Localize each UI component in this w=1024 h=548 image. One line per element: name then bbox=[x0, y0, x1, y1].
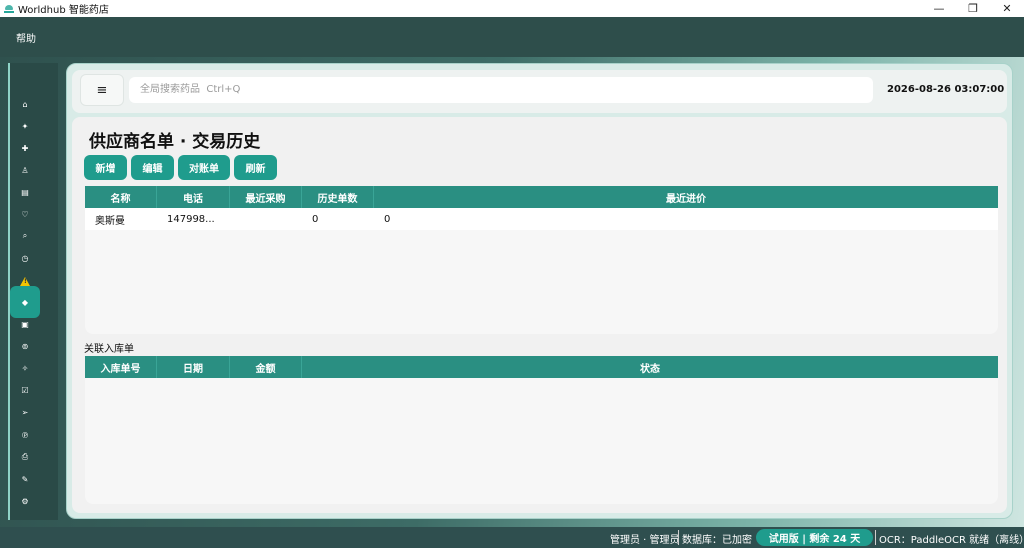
sidebar-item-printer[interactable]: ⎙ bbox=[10, 448, 40, 466]
copyright-icon: ℗ bbox=[21, 430, 29, 440]
status-user: 管理员 · 管理员 bbox=[610, 535, 680, 546]
close-button[interactable]: ✕ bbox=[990, 0, 1024, 17]
sidebar-item-home[interactable]: ⌂ bbox=[10, 95, 40, 113]
sidebar-item-clock[interactable]: ◷ bbox=[10, 249, 40, 267]
column-header-status[interactable]: 状态 bbox=[302, 356, 998, 378]
pen-icon: ✎ bbox=[21, 474, 29, 484]
status-separator bbox=[875, 530, 876, 545]
sidebar-item-heart[interactable]: ♡ bbox=[10, 205, 40, 223]
window-controls: — ❐ ✕ bbox=[922, 0, 1024, 17]
app-logo-icon bbox=[4, 4, 14, 14]
sidebar-item-copyright[interactable]: ℗ bbox=[10, 426, 40, 444]
sidebar-item-pen[interactable]: ✎ bbox=[10, 470, 40, 488]
inbound-table-header: 入库单号 日期 金额 状态 bbox=[85, 356, 998, 378]
sidebar-item-edit[interactable]: ☑ bbox=[10, 381, 40, 399]
grid-icon: ▣ bbox=[21, 319, 29, 329]
sidebar-item-document[interactable]: ▤ bbox=[10, 183, 40, 201]
status-separator bbox=[678, 530, 679, 545]
column-header-phone[interactable]: 电话 bbox=[157, 186, 230, 208]
page-title: 供应商名单 · 交易历史 bbox=[89, 132, 261, 152]
reconcile-button[interactable]: 对账单 bbox=[178, 155, 230, 180]
column-header-amount[interactable]: 金额 bbox=[230, 356, 302, 378]
heart-icon: ♡ bbox=[21, 209, 29, 219]
plus-icon: ✚ bbox=[21, 143, 29, 153]
search-icon: ⌕ bbox=[22, 231, 28, 240]
column-header-name[interactable]: 名称 bbox=[85, 186, 157, 208]
cell-order-count: 0 bbox=[312, 213, 319, 225]
edit-button[interactable]: 编辑 bbox=[131, 155, 174, 180]
status-database: 数据库：已加密 bbox=[682, 535, 752, 546]
person-icon: ♙ bbox=[21, 165, 29, 175]
supplier-table-header: 名称 电话 最近采购 历史单数 最近进价 bbox=[85, 186, 998, 208]
supplier-icon: ◆ bbox=[21, 297, 29, 307]
document-icon: ▤ bbox=[21, 187, 29, 197]
global-search-input[interactable] bbox=[129, 77, 873, 103]
home-icon: ⌂ bbox=[22, 99, 28, 109]
refresh-button[interactable]: 刷新 bbox=[234, 155, 277, 180]
status-ocr: OCR：PaddleOCR 就绪（离线） bbox=[879, 535, 1024, 546]
column-header-inbound-no[interactable]: 入库单号 bbox=[85, 356, 157, 378]
sidebar-item-sparkle[interactable]: ✦ bbox=[10, 117, 40, 135]
settings-icon: ⚙ bbox=[21, 496, 29, 506]
printer-icon: ⎙ bbox=[21, 452, 29, 461]
maximize-button[interactable]: ❐ bbox=[956, 0, 990, 17]
sidebar-item-ring[interactable]: ⊚ bbox=[10, 337, 40, 355]
sidebar-item-send[interactable]: ➢ bbox=[10, 403, 40, 421]
cell-last-purchase bbox=[230, 208, 302, 230]
column-header-order-count[interactable]: 历史单数 bbox=[302, 186, 374, 208]
table-row[interactable]: 奥斯曼 147998... 0 0 bbox=[85, 208, 998, 230]
hamburger-icon: ≡ bbox=[96, 82, 108, 98]
sidebar-item-person[interactable]: ♙ bbox=[10, 161, 40, 179]
column-header-date[interactable]: 日期 bbox=[157, 356, 230, 378]
ring-icon: ⊚ bbox=[21, 341, 29, 351]
cell-last-price: 0 bbox=[384, 213, 391, 225]
cell-name: 奥斯曼 bbox=[95, 215, 125, 227]
star-icon: ✧ bbox=[21, 363, 29, 373]
trial-badge[interactable]: 试用版 | 剩余 24 天 bbox=[756, 529, 873, 546]
sidebar-item-grid[interactable]: ▣ bbox=[10, 315, 40, 333]
sidebar-item-supplier[interactable]: ◆ bbox=[10, 286, 40, 318]
warning-icon bbox=[20, 276, 30, 286]
clock-icon: ◷ bbox=[21, 253, 29, 263]
edit-icon: ☑ bbox=[21, 385, 29, 395]
inbound-table bbox=[85, 356, 998, 504]
add-button[interactable]: 新增 bbox=[84, 155, 127, 180]
cell-phone: 147998... bbox=[167, 213, 215, 225]
sidebar-item-plus[interactable]: ✚ bbox=[10, 139, 40, 157]
datetime-display: 2026-08-26 03:07:00 bbox=[887, 84, 1005, 95]
menu-toggle-button[interactable]: ≡ bbox=[80, 74, 124, 106]
window-title: Worldhub 智能药店 bbox=[18, 5, 109, 16]
title-bar: Worldhub 智能药店 — ❐ ✕ bbox=[0, 0, 1024, 17]
menu-bar: 帮助 bbox=[0, 17, 1024, 57]
inbound-section-label: 关联入库单 bbox=[84, 344, 134, 355]
send-icon: ➢ bbox=[21, 407, 29, 417]
sidebar-item-settings[interactable]: ⚙ bbox=[10, 492, 40, 510]
minimize-button[interactable]: — bbox=[922, 0, 956, 17]
column-header-last-purchase[interactable]: 最近采购 bbox=[230, 186, 302, 208]
menu-help[interactable]: 帮助 bbox=[16, 30, 36, 45]
sidebar-item-search[interactable]: ⌕ bbox=[10, 227, 40, 245]
sidebar-item-star[interactable]: ✧ bbox=[10, 359, 40, 377]
sparkle-icon: ✦ bbox=[21, 121, 29, 131]
column-header-last-price[interactable]: 最近进价 bbox=[374, 186, 998, 208]
